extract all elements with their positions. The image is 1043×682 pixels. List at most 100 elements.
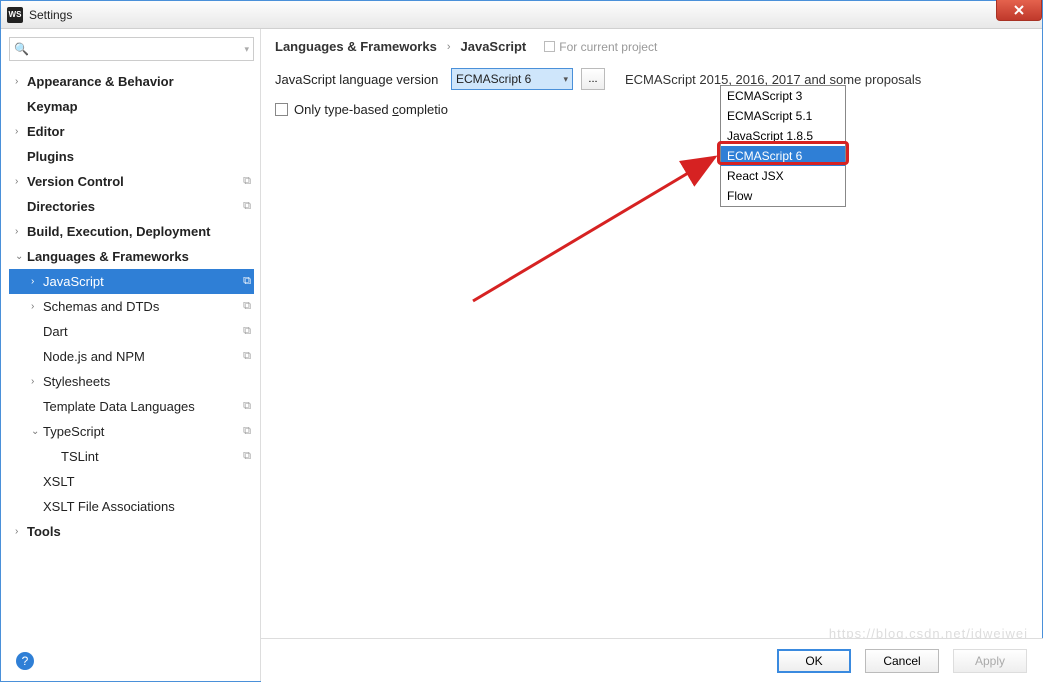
completion-checkbox-row[interactable]: Only type-based completio	[275, 102, 1028, 117]
project-scope-icon: ⧉	[240, 300, 254, 313]
sidebar-item-build-execution-deployment[interactable]: ›Build, Execution, Deployment	[9, 219, 254, 244]
tree-item-label: Plugins	[27, 149, 240, 164]
tree-item-label: Appearance & Behavior	[27, 74, 240, 89]
sidebar-item-xslt-file-associations[interactable]: XSLT File Associations	[9, 494, 254, 519]
tree-item-label: XSLT File Associations	[43, 499, 240, 514]
dropdown-toggle-icon[interactable]: ▾	[244, 44, 249, 55]
sidebar-item-keymap[interactable]: Keymap	[9, 94, 254, 119]
search-field[interactable]: 🔍 ▾	[9, 37, 254, 61]
sidebar-item-javascript[interactable]: ›JavaScript⧉	[9, 269, 254, 294]
sidebar-item-schemas-and-dtds[interactable]: ›Schemas and DTDs⧉	[9, 294, 254, 319]
cancel-button[interactable]: Cancel	[865, 649, 939, 673]
more-options-button[interactable]: ...	[581, 68, 605, 90]
sidebar-item-tools[interactable]: ›Tools	[9, 519, 254, 544]
context-text: For current project	[559, 40, 657, 54]
tree-item-label: TSLint	[61, 449, 240, 464]
tree-arrow-icon: ⌄	[15, 251, 27, 262]
chevron-down-icon: ▾	[563, 74, 568, 85]
project-scope-icon	[544, 41, 555, 52]
title-bar: WS Settings	[1, 1, 1042, 29]
tree-arrow-icon: ›	[31, 276, 43, 287]
apply-button: Apply	[953, 649, 1027, 673]
sidebar-item-template-data-languages[interactable]: Template Data Languages⧉	[9, 394, 254, 419]
tree-arrow-icon: ›	[15, 76, 27, 87]
help-button[interactable]: ?	[16, 652, 34, 670]
project-scope-icon: ⧉	[240, 325, 254, 338]
sidebar-item-dart[interactable]: Dart⧉	[9, 319, 254, 344]
project-scope-icon: ⧉	[240, 400, 254, 413]
tree-item-label: Template Data Languages	[43, 399, 240, 414]
project-scope-icon: ⧉	[240, 275, 254, 288]
app-icon: WS	[7, 7, 23, 23]
chk-lbl-post: ompletio	[399, 102, 448, 117]
tree-item-label: Languages & Frameworks	[27, 249, 240, 264]
project-scope-icon: ⧉	[240, 450, 254, 463]
sidebar-item-tslint[interactable]: TSLint⧉	[9, 444, 254, 469]
sidebar-item-directories[interactable]: Directories⧉	[9, 194, 254, 219]
dropdown-option-javascript-1-8-5[interactable]: JavaScript 1.8.5	[721, 126, 845, 146]
ok-button[interactable]: OK	[777, 649, 851, 673]
breadcrumb-seg-1[interactable]: Languages & Frameworks	[275, 39, 437, 54]
sidebar-item-languages-frameworks[interactable]: ⌄Languages & Frameworks	[9, 244, 254, 269]
tree-arrow-icon: ›	[15, 176, 27, 187]
close-button[interactable]	[996, 0, 1042, 21]
breadcrumb: Languages & Frameworks › JavaScript For …	[275, 39, 1028, 54]
dialog-footer: OK Cancel Apply	[261, 638, 1043, 682]
dropdown-option-flow[interactable]: Flow	[721, 186, 845, 206]
tree-item-label: Stylesheets	[43, 374, 240, 389]
tree-arrow-icon: ›	[31, 301, 43, 312]
tree-item-label: Editor	[27, 124, 240, 139]
tree-arrow-icon: ›	[15, 126, 27, 137]
content-area: 🔍 ▾ ›Appearance & BehaviorKeymap›EditorP…	[1, 29, 1042, 681]
tree-item-label: Keymap	[27, 99, 240, 114]
project-scope-icon: ⧉	[240, 350, 254, 363]
sidebar-item-node-js-and-npm[interactable]: Node.js and NPM⧉	[9, 344, 254, 369]
tree-item-label: JavaScript	[43, 274, 240, 289]
dropdown-option-ecmascript-3[interactable]: ECMAScript 3	[721, 86, 845, 106]
sidebar-item-appearance-behavior[interactable]: ›Appearance & Behavior	[9, 69, 254, 94]
main-panel: Languages & Frameworks › JavaScript For …	[261, 29, 1042, 681]
sidebar: 🔍 ▾ ›Appearance & BehaviorKeymap›EditorP…	[1, 29, 261, 681]
tree-item-label: Dart	[43, 324, 240, 339]
version-select[interactable]: ECMAScript 6 ▾	[451, 68, 573, 90]
search-icon: 🔍	[14, 42, 29, 56]
annotation-arrow-icon	[469, 155, 727, 305]
version-label: JavaScript language version	[275, 72, 451, 87]
tree-item-label: Version Control	[27, 174, 240, 189]
chk-lbl-pre: Only type-based	[294, 102, 392, 117]
dropdown-option-react-jsx[interactable]: React JSX	[721, 166, 845, 186]
settings-window: WS Settings 🔍 ▾ ›Appearance & BehaviorKe…	[0, 0, 1043, 682]
search-input[interactable]	[33, 42, 245, 56]
tree-item-label: Build, Execution, Deployment	[27, 224, 240, 239]
tree-item-label: Schemas and DTDs	[43, 299, 240, 314]
close-icon	[1013, 4, 1025, 16]
tree-item-label: Node.js and NPM	[43, 349, 240, 364]
language-version-row: JavaScript language version ECMAScript 6…	[275, 66, 1028, 92]
sidebar-item-editor[interactable]: ›Editor	[9, 119, 254, 144]
version-dropdown-list[interactable]: ECMAScript 3ECMAScript 5.1JavaScript 1.8…	[720, 85, 846, 207]
sidebar-item-version-control[interactable]: ›Version Control⧉	[9, 169, 254, 194]
sidebar-item-stylesheets[interactable]: ›Stylesheets	[9, 369, 254, 394]
project-scope-icon: ⧉	[240, 175, 254, 188]
tree-item-label: Directories	[27, 199, 240, 214]
dropdown-option-ecmascript-5-1[interactable]: ECMAScript 5.1	[721, 106, 845, 126]
sidebar-item-plugins[interactable]: Plugins	[9, 144, 254, 169]
chevron-right-icon: ›	[447, 41, 451, 53]
project-scope-icon: ⧉	[240, 425, 254, 438]
checkbox-label: Only type-based completio	[294, 102, 448, 117]
window-title: Settings	[29, 8, 72, 22]
tree-arrow-icon: ›	[15, 526, 27, 537]
tree-item-label: XSLT	[43, 474, 240, 489]
checkbox[interactable]	[275, 103, 288, 116]
tree-item-label: Tools	[27, 524, 240, 539]
settings-tree[interactable]: ›Appearance & BehaviorKeymap›EditorPlugi…	[9, 69, 254, 675]
dropdown-option-ecmascript-6[interactable]: ECMAScript 6	[721, 146, 845, 166]
sidebar-item-xslt[interactable]: XSLT	[9, 469, 254, 494]
version-select-value: ECMAScript 6	[456, 72, 531, 86]
tree-item-label: TypeScript	[43, 424, 240, 439]
tree-arrow-icon: ›	[15, 226, 27, 237]
tree-arrow-icon: ⌄	[31, 426, 43, 437]
project-scope-icon: ⧉	[240, 200, 254, 213]
breadcrumb-seg-2[interactable]: JavaScript	[461, 39, 527, 54]
sidebar-item-typescript[interactable]: ⌄TypeScript⧉	[9, 419, 254, 444]
